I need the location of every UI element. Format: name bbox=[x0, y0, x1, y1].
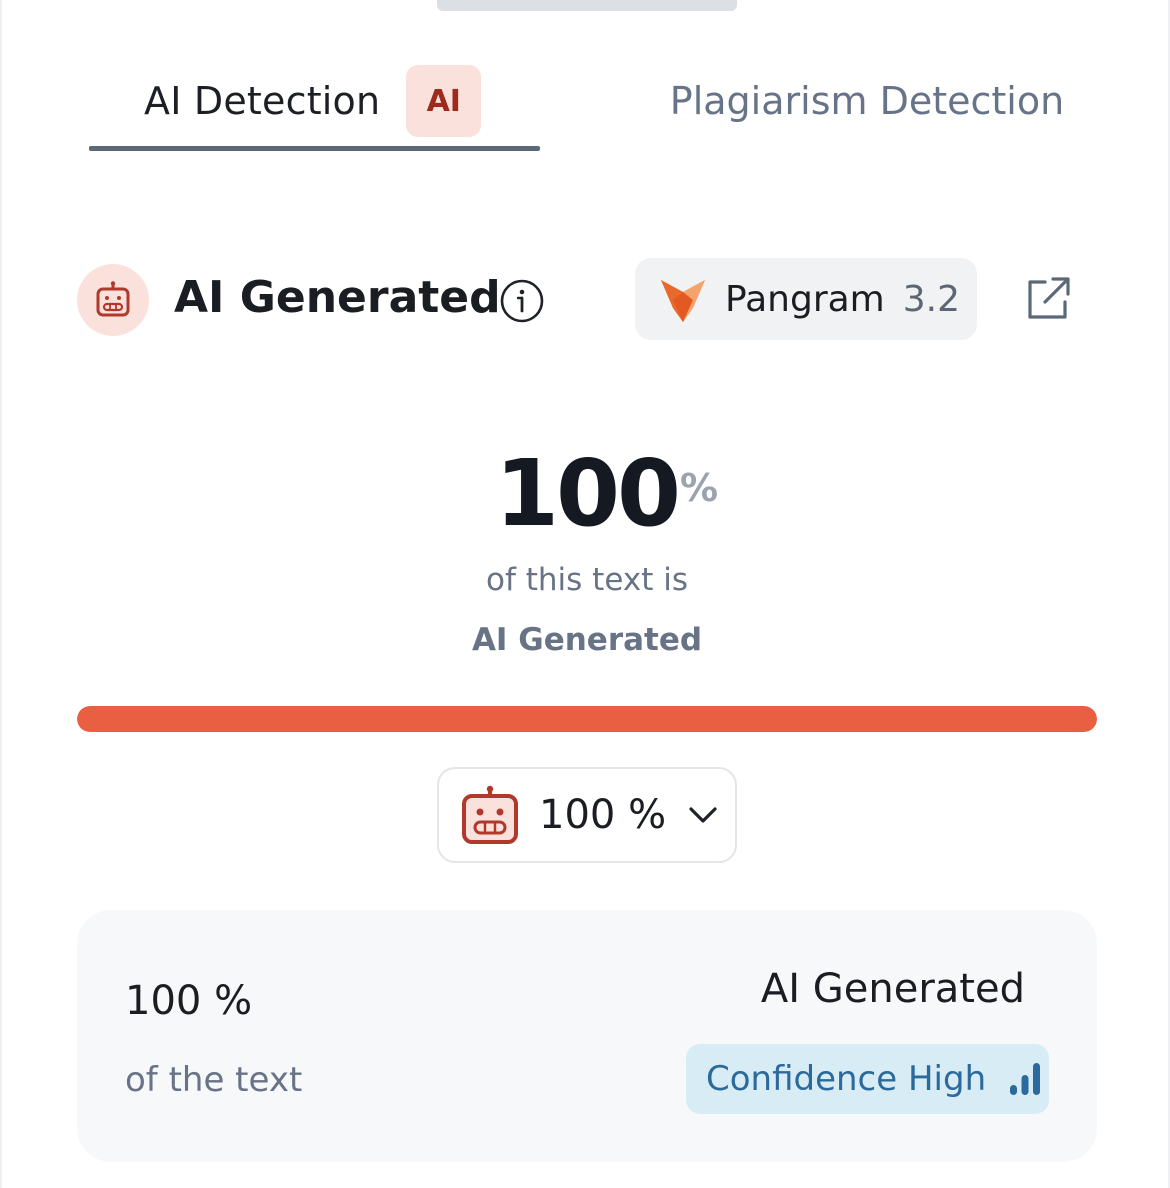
segment-dropdown[interactable]: 100 % bbox=[437, 767, 737, 863]
ai-progress-bar bbox=[77, 706, 1097, 732]
chevron-down-icon bbox=[689, 807, 717, 823]
info-icon[interactable] bbox=[499, 278, 545, 324]
model-name: Pangram bbox=[725, 278, 885, 320]
ai-percentage-value: 100 bbox=[495, 440, 681, 547]
ai-percentage-unit: % bbox=[680, 466, 719, 510]
detection-panel: AI Detection AI Plagiarism Detection AI … bbox=[0, 0, 1170, 1188]
summary-percent-label: of the text bbox=[125, 1060, 303, 1100]
confidence-label: Confidence High bbox=[706, 1059, 987, 1099]
drag-handle[interactable] bbox=[437, 0, 737, 11]
ai-badge: AI bbox=[406, 65, 482, 137]
ai-progress-fill bbox=[77, 706, 1097, 732]
active-tab-indicator bbox=[89, 146, 540, 151]
robot-icon bbox=[462, 785, 518, 844]
tab-plagiarism-label: Plagiarism Detection bbox=[669, 79, 1065, 123]
result-header: AI Generated Pangram 3.2 bbox=[77, 258, 1097, 342]
tab-plagiarism-detection[interactable]: Plagiarism Detection bbox=[642, 56, 1092, 146]
result-classification: AI Generated bbox=[471, 622, 703, 658]
summary-percent: 100 % bbox=[125, 978, 253, 1024]
confidence-badge: Confidence High bbox=[686, 1044, 1049, 1114]
summary-card: 100 % of the text AI Generated Confidenc… bbox=[77, 910, 1097, 1162]
result-title: AI Generated bbox=[174, 272, 501, 323]
summary-classification: AI Generated bbox=[760, 966, 1025, 1012]
result-caption: of this text is bbox=[486, 562, 688, 598]
model-pill[interactable]: Pangram 3.2 bbox=[635, 258, 977, 340]
signal-bars-icon bbox=[1010, 1063, 1041, 1095]
ai-percentage: 100 % bbox=[2, 440, 1170, 547]
external-link-icon[interactable] bbox=[1023, 274, 1073, 324]
fox-logo-icon bbox=[661, 280, 705, 322]
robot-icon bbox=[77, 264, 149, 336]
model-version: 3.2 bbox=[902, 278, 961, 320]
tab-ai-detection[interactable]: AI Detection AI bbox=[90, 56, 540, 146]
segment-dropdown-value: 100 % bbox=[539, 792, 667, 838]
tab-ai-detection-label: AI Detection bbox=[144, 79, 381, 123]
